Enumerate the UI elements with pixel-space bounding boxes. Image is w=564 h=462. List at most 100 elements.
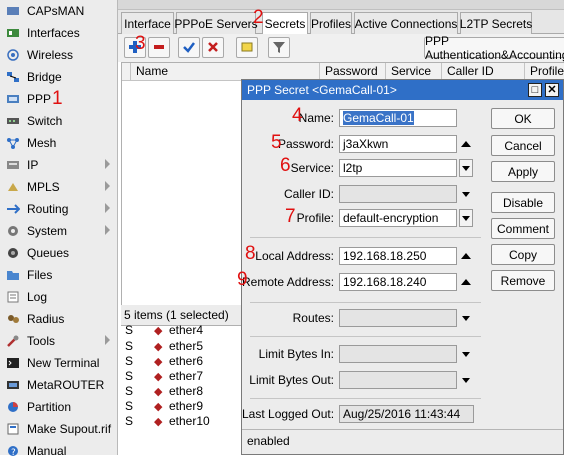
sidebar-item-queues[interactable]: Queues bbox=[0, 242, 118, 264]
ppp-secret-dialog: PPP Secret <GemaCall-01> □ ✕ Name: GemaC… bbox=[241, 79, 564, 455]
cancel-button[interactable]: Cancel bbox=[491, 135, 555, 156]
sidebar-item-label: MPLS bbox=[27, 180, 60, 194]
limit-bytes-out-dropdown-button[interactable] bbox=[459, 371, 473, 389]
list-item[interactable]: S ◆ ether6 bbox=[121, 354, 241, 369]
profile-select[interactable]: default-encryption bbox=[339, 209, 457, 227]
sidebar-item-label: Bridge bbox=[27, 70, 62, 84]
sidebar-item-new-terminal[interactable]: New Terminal bbox=[0, 352, 118, 374]
routes-dropdown-button[interactable] bbox=[459, 309, 473, 327]
sidebar-item-label: PPP bbox=[27, 92, 52, 106]
disable-button[interactable] bbox=[202, 37, 224, 58]
list-item[interactable]: S ◆ ether4 bbox=[121, 323, 241, 338]
list-item[interactable]: S ◆ ether10 bbox=[121, 414, 241, 429]
remove-button[interactable] bbox=[148, 37, 170, 58]
annotation-number: 2 bbox=[253, 7, 264, 28]
sidebar-item-interfaces[interactable]: Interfaces bbox=[0, 22, 118, 44]
sidebar-item-system[interactable]: System bbox=[0, 220, 118, 242]
local-address-field[interactable]: 192.168.18.250 bbox=[339, 247, 457, 265]
list-item[interactable]: S ◆ ether5 bbox=[121, 339, 241, 354]
tab-interface[interactable]: Interface bbox=[121, 12, 174, 34]
password-field[interactable]: j3aXkwn bbox=[339, 135, 457, 153]
ppp-authentication-accounting-button[interactable]: PPP Authentication&Accounting bbox=[424, 34, 564, 62]
apply-button[interactable]: Apply bbox=[491, 161, 555, 182]
metarouter-icon bbox=[5, 378, 21, 392]
sidebar-item-radius[interactable]: Radius bbox=[0, 308, 118, 330]
sidebar-item-label: Manual bbox=[27, 444, 67, 458]
sidebar-item-label: Routing bbox=[27, 202, 69, 216]
service-select[interactable]: l2tp bbox=[339, 159, 457, 177]
remove-button[interactable]: Remove bbox=[491, 270, 555, 291]
profile-dropdown-button[interactable] bbox=[459, 209, 473, 227]
comment-button[interactable]: Comment bbox=[491, 218, 555, 239]
sidebar-item-mpls[interactable]: MPLS bbox=[0, 176, 118, 198]
window-top-strip bbox=[118, 0, 564, 10]
maximize-icon: □ bbox=[531, 84, 539, 96]
switch-icon bbox=[5, 114, 21, 128]
submenu-arrow-icon bbox=[105, 159, 110, 169]
routes-field[interactable] bbox=[339, 309, 457, 327]
enable-button[interactable] bbox=[178, 37, 200, 58]
list-item[interactable]: S ◆ ether7 bbox=[121, 369, 241, 384]
caller-id-dropdown-button[interactable] bbox=[459, 185, 473, 203]
sidebar-item-label: MetaROUTER bbox=[27, 378, 105, 392]
capsman-icon bbox=[5, 4, 21, 18]
last-logged-out-label: Last Logged Out: bbox=[242, 407, 335, 421]
maximize-button[interactable]: □ bbox=[528, 83, 542, 97]
sidebar-item-label: Interfaces bbox=[27, 26, 80, 40]
mesh-icon bbox=[5, 136, 21, 150]
limit-bytes-in-dropdown-button[interactable] bbox=[459, 345, 473, 363]
sidebar-item-metarouter[interactable]: MetaROUTER bbox=[0, 374, 118, 396]
copy-button[interactable]: Copy bbox=[491, 244, 555, 265]
sidebar-item-log[interactable]: Log bbox=[0, 286, 118, 308]
sidebar-item-make-supout[interactable]: Make Supout.rif bbox=[0, 418, 118, 440]
ip-icon bbox=[5, 158, 21, 172]
sidebar-item-routing[interactable]: Routing bbox=[0, 198, 118, 220]
collapse-arrow-icon[interactable] bbox=[461, 141, 471, 147]
tools-icon bbox=[5, 334, 21, 348]
caller-id-field[interactable] bbox=[339, 185, 457, 203]
comment-button[interactable] bbox=[236, 37, 258, 58]
limit-bytes-out-field[interactable] bbox=[339, 371, 457, 389]
collapse-arrow-icon[interactable] bbox=[461, 279, 471, 285]
limit-bytes-in-field[interactable] bbox=[339, 345, 457, 363]
close-button[interactable]: ✕ bbox=[545, 83, 559, 97]
service-dropdown-button[interactable] bbox=[459, 159, 473, 177]
sidebar-item-switch[interactable]: Switch bbox=[0, 110, 118, 132]
collapse-arrow-icon[interactable] bbox=[461, 253, 471, 259]
sidebar-item-manual[interactable]: ? Manual bbox=[0, 440, 118, 462]
sidebar-item-bridge[interactable]: Bridge bbox=[0, 66, 118, 88]
interface-icon: ◆ bbox=[154, 386, 163, 398]
sidebar-item-tools[interactable]: Tools bbox=[0, 330, 118, 352]
name-field[interactable]: GemaCall-01 bbox=[339, 109, 457, 127]
radius-icon bbox=[5, 312, 21, 326]
sidebar-item-wireless[interactable]: Wireless bbox=[0, 44, 118, 66]
tab-l2tp-secrets[interactable]: L2TP Secrets bbox=[460, 12, 532, 34]
sidebar-item-files[interactable]: Files bbox=[0, 264, 118, 286]
tab-pppoe-servers[interactable]: PPPoE Servers bbox=[174, 12, 258, 34]
annotation-number: 5 bbox=[271, 132, 282, 153]
list-item[interactable]: S ◆ ether9 bbox=[121, 399, 241, 414]
log-icon bbox=[5, 290, 21, 304]
filter-button[interactable] bbox=[268, 37, 290, 58]
interfaces-icon bbox=[5, 26, 21, 40]
tab-profiles[interactable]: Profiles bbox=[310, 12, 352, 34]
sidebar-item-capsman[interactable]: CAPsMAN bbox=[0, 0, 118, 22]
interface-icon: ◆ bbox=[154, 356, 163, 368]
list-item[interactable]: S ◆ ether8 bbox=[121, 384, 241, 399]
files-icon bbox=[5, 268, 21, 282]
sidebar-item-label: Files bbox=[27, 268, 53, 282]
tab-secrets[interactable]: Secrets bbox=[262, 12, 308, 34]
tab-bar: Interface PPPoE Servers Secrets Profiles… bbox=[118, 10, 564, 34]
disable-button[interactable]: Disable bbox=[491, 192, 555, 213]
remote-address-field[interactable]: 192.168.18.240 bbox=[339, 273, 457, 291]
ok-button[interactable]: OK bbox=[491, 108, 555, 129]
sidebar-item-partition[interactable]: Partition bbox=[0, 396, 118, 418]
submenu-arrow-icon bbox=[105, 335, 110, 345]
sidebar-item-mesh[interactable]: Mesh bbox=[0, 132, 118, 154]
sidebar-item-label: Radius bbox=[27, 312, 65, 326]
tab-active-connections[interactable]: Active Connections bbox=[354, 12, 458, 34]
sidebar-item-ip[interactable]: IP bbox=[0, 154, 118, 176]
sidebar-item-label: IP bbox=[27, 158, 39, 172]
remote-address-label: Remote Address: bbox=[242, 275, 335, 289]
interface-icon: ◆ bbox=[154, 341, 163, 353]
